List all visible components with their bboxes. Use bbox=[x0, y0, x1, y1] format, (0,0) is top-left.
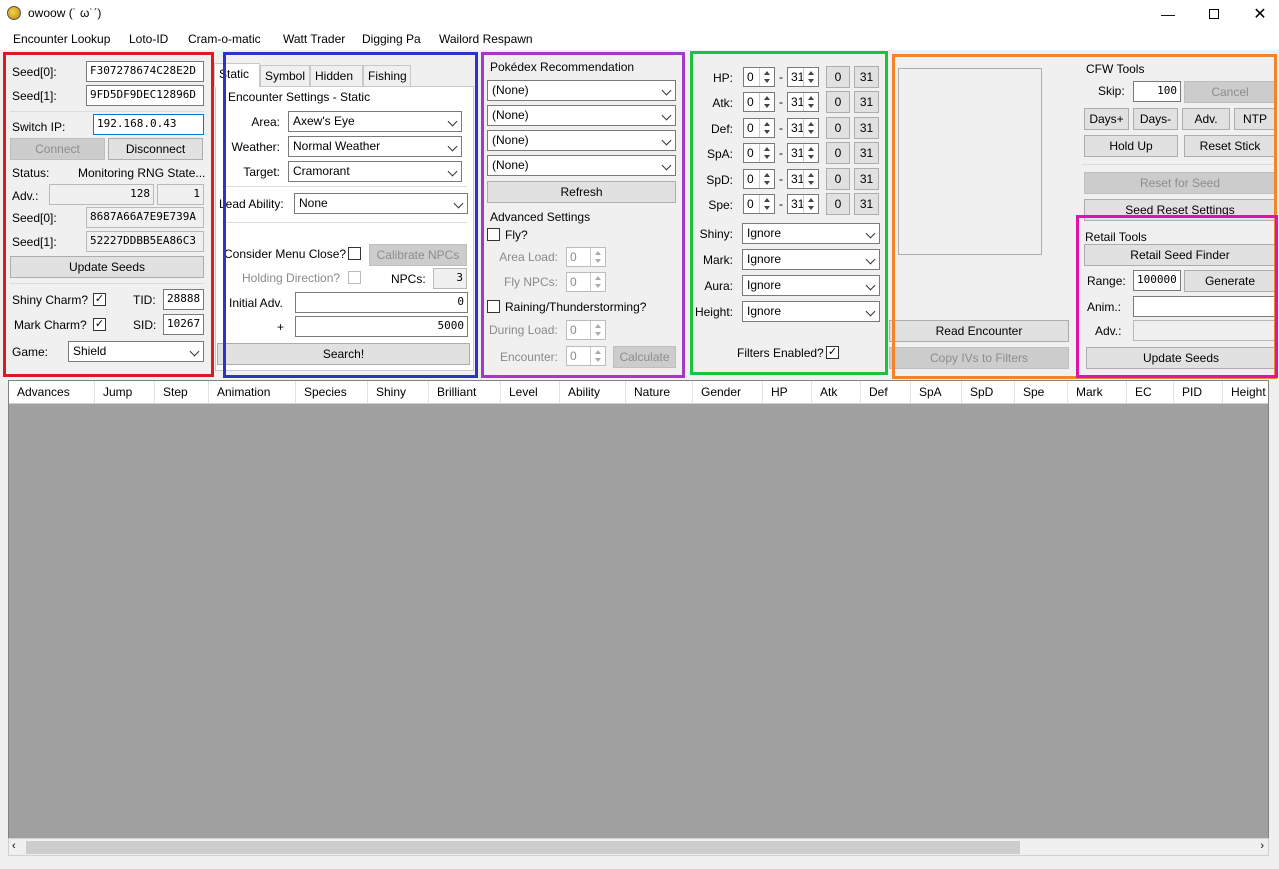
column-header[interactable]: Gender bbox=[693, 381, 763, 403]
column-header[interactable]: Ability bbox=[560, 381, 626, 403]
close-icon: ✕ bbox=[1253, 6, 1267, 23]
highlight-pokedex bbox=[481, 52, 685, 378]
highlight-encounter bbox=[223, 52, 478, 378]
menu-bar: Encounter Lookup Loto-ID Cram-o-matic Wa… bbox=[0, 28, 1279, 50]
menu-cram-o-matic[interactable]: Cram-o-matic bbox=[188, 32, 261, 46]
menu-wailord-respawn[interactable]: Wailord Respawn bbox=[439, 32, 533, 46]
column-header[interactable]: Advances bbox=[9, 381, 95, 403]
results-grid[interactable]: Advances Jump Step Animation Species Shiny Bri… bbox=[8, 380, 1269, 856]
window-title: owoow (˙ ω˙ˊ) bbox=[28, 6, 102, 20]
minimize-icon: — bbox=[1161, 6, 1175, 22]
scroll-left-icon[interactable]: ‹ bbox=[12, 840, 16, 852]
highlight-retail bbox=[1076, 215, 1278, 378]
column-header[interactable]: Shiny bbox=[368, 381, 429, 403]
column-header[interactable]: Brilliant bbox=[429, 381, 501, 403]
menu-encounter-lookup[interactable]: Encounter Lookup bbox=[13, 32, 110, 46]
grid-header: Advances Jump Step Animation Species Shiny Bri… bbox=[9, 381, 1268, 404]
menu-watt-trader[interactable]: Watt Trader bbox=[283, 32, 345, 46]
column-header[interactable]: Spe bbox=[1015, 381, 1068, 403]
column-header[interactable]: Atk bbox=[812, 381, 861, 403]
maximize-icon bbox=[1209, 9, 1219, 19]
maximize-button[interactable] bbox=[1191, 0, 1237, 28]
column-header[interactable]: Def bbox=[861, 381, 911, 403]
column-header[interactable]: Mark bbox=[1068, 381, 1127, 403]
minimize-button[interactable]: — bbox=[1145, 0, 1191, 28]
highlight-filters bbox=[690, 51, 888, 375]
menu-loto-id[interactable]: Loto-ID bbox=[129, 32, 168, 46]
column-header[interactable]: EC bbox=[1127, 381, 1174, 403]
app-icon bbox=[7, 6, 21, 20]
menu-digging-pa[interactable]: Digging Pa bbox=[362, 32, 421, 46]
highlight-connection bbox=[3, 52, 214, 377]
column-header[interactable]: Height bbox=[1223, 381, 1268, 403]
close-button[interactable]: ✕ bbox=[1237, 0, 1279, 28]
column-header[interactable]: HP bbox=[763, 381, 812, 403]
column-header[interactable]: SpA bbox=[911, 381, 962, 403]
column-header[interactable]: Step bbox=[155, 381, 209, 403]
column-header[interactable]: Jump bbox=[95, 381, 155, 403]
column-header[interactable]: Nature bbox=[626, 381, 693, 403]
horizontal-scrollbar[interactable]: ‹ › bbox=[8, 838, 1269, 856]
scrollbar-thumb[interactable] bbox=[26, 841, 1020, 854]
column-header[interactable]: Animation bbox=[209, 381, 296, 403]
scroll-right-icon[interactable]: › bbox=[1260, 840, 1264, 852]
column-header[interactable]: Level bbox=[501, 381, 560, 403]
column-header[interactable]: PID bbox=[1174, 381, 1223, 403]
column-header[interactable]: SpD bbox=[962, 381, 1015, 403]
column-header[interactable]: Species bbox=[296, 381, 368, 403]
title-bar: owoow (˙ ω˙ˊ) — ✕ bbox=[0, 0, 1279, 28]
